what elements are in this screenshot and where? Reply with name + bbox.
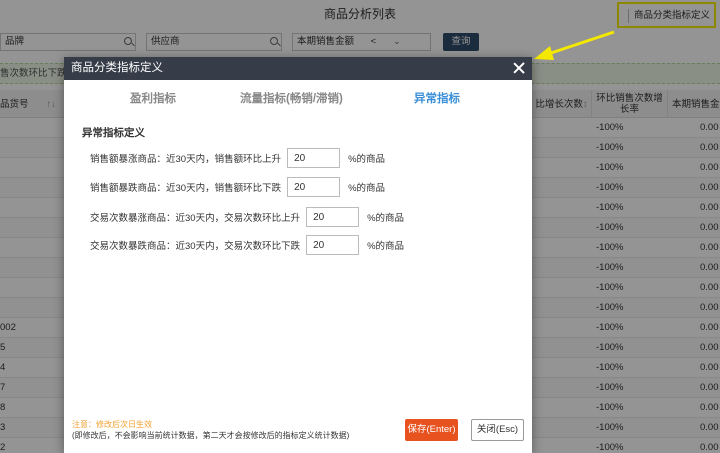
- rule-label: 销售额暴涨商品：近30天内，销售额环比上升: [90, 154, 282, 165]
- rule-transaction-plunge: 交易次数暴跌商品：近30天内，交易次数环比下跌 %的商品: [90, 235, 404, 255]
- rule-suffix: %的商品: [348, 154, 386, 165]
- rule-sales-plunge: 销售额暴跌商品：近30天内，销售额环比下跌 %的商品: [90, 177, 385, 197]
- note-warning: 注意：修改后次日生效: [72, 420, 152, 429]
- arrow-annotation-icon: [534, 30, 615, 60]
- category-definition-modal: 商品分类指标定义 盈利指标 流量指标(畅销/滞销) 异常指标 异常指标定义 销售…: [64, 57, 532, 453]
- tab-traffic[interactable]: 流量指标(畅销/滞销): [240, 87, 343, 111]
- rule-suffix: %的商品: [348, 183, 386, 194]
- rule-transaction-surge: 交易次数暴涨商品：近30天内，交易次数环比上升 %的商品: [90, 207, 404, 227]
- section-title: 异常指标定义: [82, 127, 145, 139]
- save-button[interactable]: 保存(Enter): [405, 419, 458, 441]
- arrow-head: [534, 46, 554, 60]
- tab-profit[interactable]: 盈利指标: [130, 87, 176, 111]
- sales-surge-input[interactable]: [287, 148, 341, 168]
- transaction-surge-input[interactable]: [306, 207, 360, 227]
- modal-title: 商品分类指标定义: [71, 62, 163, 74]
- close-icon[interactable]: [512, 61, 526, 75]
- modal-header: 商品分类指标定义: [64, 57, 532, 80]
- rule-label: 销售额暴跌商品：近30天内，销售额环比下跌: [90, 183, 282, 194]
- rule-label: 交易次数暴涨商品：近30天内，交易次数环比上升: [90, 213, 301, 224]
- rule-label: 交易次数暴跌商品：近30天内，交易次数环比下跌: [90, 241, 301, 252]
- rule-sales-surge: 销售额暴涨商品：近30天内，销售额环比上升 %的商品: [90, 148, 385, 168]
- sales-plunge-input[interactable]: [287, 177, 341, 197]
- arrow-shaft: [547, 30, 615, 56]
- note-detail: (即修改后，不会影响当前统计数据，第二天才会按修改后的指标定义统计数据): [72, 431, 350, 440]
- transaction-plunge-input[interactable]: [306, 235, 360, 255]
- tab-abnormal[interactable]: 异常指标: [414, 87, 460, 111]
- rule-suffix: %的商品: [367, 213, 405, 224]
- modal-tabs: 盈利指标 流量指标(畅销/滞销) 异常指标: [64, 87, 532, 111]
- close-button[interactable]: 关闭(Esc): [471, 419, 524, 441]
- rule-suffix: %的商品: [367, 241, 405, 252]
